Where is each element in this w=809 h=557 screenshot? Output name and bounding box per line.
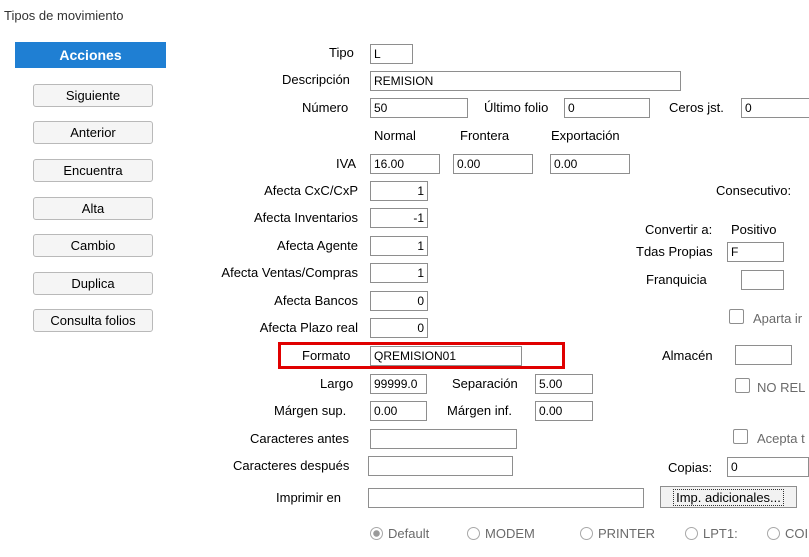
afecta-plazo-label: Afecta Plazo real xyxy=(259,320,358,335)
caracteres-despues-label: Caracteres después xyxy=(233,458,350,473)
no-rel-label: NO REL xyxy=(757,380,806,395)
iva-exportacion-input[interactable]: 0.00 xyxy=(550,154,630,174)
radio-modem[interactable] xyxy=(467,527,480,540)
tipo-label: Tipo xyxy=(329,45,354,60)
caracteres-antes-label: Caracteres antes xyxy=(250,431,349,446)
afecta-bancos-label: Afecta Bancos xyxy=(274,293,358,308)
col-exportacion-header: Exportación xyxy=(551,128,620,143)
imprimir-en-label: Imprimir en xyxy=(276,490,342,505)
afecta-ventas-label: Afecta Ventas/Compras xyxy=(221,265,358,280)
imp-adicionales-label: Imp. adicionales... xyxy=(673,488,784,506)
radio-coi[interactable] xyxy=(767,527,780,540)
imp-adicionales-button[interactable]: Imp. adicionales... xyxy=(660,486,797,508)
franquicia-label: Franquicia xyxy=(646,272,707,287)
numero-label: Número xyxy=(302,100,349,115)
afecta-cxc-input[interactable]: 1 xyxy=(370,181,428,201)
descripcion-input[interactable]: REMISION xyxy=(370,71,681,91)
caracteres-antes-input[interactable] xyxy=(370,429,517,449)
afecta-agente-input[interactable]: 1 xyxy=(370,236,428,256)
window-title: Tipos de movimiento xyxy=(4,8,124,23)
acepta-checkbox[interactable] xyxy=(733,429,748,444)
afecta-cxc-label: Afecta CxC/CxP xyxy=(264,183,358,198)
acepta-label: Acepta t xyxy=(757,431,805,446)
copias-label: Copias: xyxy=(668,460,713,475)
anterior-button[interactable]: Anterior xyxy=(33,121,153,144)
radio-modem-label: MODEM xyxy=(485,526,535,541)
duplica-button[interactable]: Duplica xyxy=(33,272,153,295)
radio-printer[interactable] xyxy=(580,527,593,540)
radio-printer-label: PRINTER xyxy=(598,526,656,541)
col-frontera-header: Frontera xyxy=(460,128,510,143)
consecutivo-label: Consecutivo: xyxy=(716,183,792,198)
radio-lpt1[interactable] xyxy=(685,527,698,540)
copias-input[interactable]: 0 xyxy=(727,457,809,477)
largo-label: Largo xyxy=(320,376,354,391)
descripcion-label: Descripción xyxy=(282,72,350,87)
numero-input[interactable]: 50 xyxy=(370,98,468,118)
ceros-input[interactable]: 0 xyxy=(741,98,809,118)
formato-label: Formato xyxy=(302,348,351,363)
franquicia-input[interactable] xyxy=(741,270,784,290)
ultimo-folio-input[interactable]: 0 xyxy=(564,98,650,118)
afecta-plazo-input[interactable]: 0 xyxy=(370,318,428,338)
margen-sup-label: Márgen sup. xyxy=(274,403,347,418)
ceros-label: Ceros jst. xyxy=(669,100,724,115)
iva-frontera-input[interactable]: 0.00 xyxy=(453,154,533,174)
afecta-inventarios-input[interactable]: -1 xyxy=(370,208,428,228)
convertir-a-value: Positivo xyxy=(731,222,777,237)
afecta-ventas-input[interactable]: 1 xyxy=(370,263,428,283)
separacion-input[interactable]: 5.00 xyxy=(535,374,593,394)
no-rel-checkbox[interactable] xyxy=(735,378,750,393)
aparta-label: Aparta ir xyxy=(753,311,803,326)
separacion-label: Separación xyxy=(452,376,518,391)
radio-default-label: Default xyxy=(388,526,430,541)
siguiente-button[interactable]: Siguiente xyxy=(33,84,153,107)
encuentra-button[interactable]: Encuentra xyxy=(33,159,153,182)
acciones-header: Acciones xyxy=(15,42,166,68)
radio-lpt1-label: LPT1: xyxy=(703,526,738,541)
radio-coi-label: COI xyxy=(785,526,809,541)
afecta-inventarios-label: Afecta Inventarios xyxy=(253,210,358,225)
margen-sup-input[interactable]: 0.00 xyxy=(370,401,427,421)
margen-inf-input[interactable]: 0.00 xyxy=(535,401,593,421)
iva-label: IVA xyxy=(336,156,356,171)
col-normal-header: Normal xyxy=(374,128,416,143)
almacen-label: Almacén xyxy=(662,348,713,363)
tdas-propias-label: Tdas Propias xyxy=(636,244,713,259)
imprimir-en-input[interactable] xyxy=(368,488,644,508)
largo-input[interactable]: 99999.0 xyxy=(370,374,427,394)
alta-button[interactable]: Alta xyxy=(33,197,153,220)
formato-input[interactable]: QREMISION01 xyxy=(370,346,522,366)
tdas-propias-input[interactable]: F xyxy=(727,242,784,262)
margen-inf-label: Márgen inf. xyxy=(447,403,513,418)
consulta-folios-button[interactable]: Consulta folios xyxy=(33,309,153,332)
iva-normal-input[interactable]: 16.00 xyxy=(370,154,440,174)
convertir-a-label: Convertir a: xyxy=(645,222,713,237)
ultimo-folio-label: Último folio xyxy=(484,100,549,115)
radio-default[interactable] xyxy=(370,527,383,540)
afecta-bancos-input[interactable]: 0 xyxy=(370,291,428,311)
cambio-button[interactable]: Cambio xyxy=(33,234,153,257)
almacen-input[interactable] xyxy=(735,345,792,365)
aparta-checkbox[interactable] xyxy=(729,309,744,324)
afecta-agente-label: Afecta Agente xyxy=(277,238,358,253)
caracteres-despues-input[interactable] xyxy=(368,456,513,476)
tipo-input[interactable]: L xyxy=(370,44,413,64)
